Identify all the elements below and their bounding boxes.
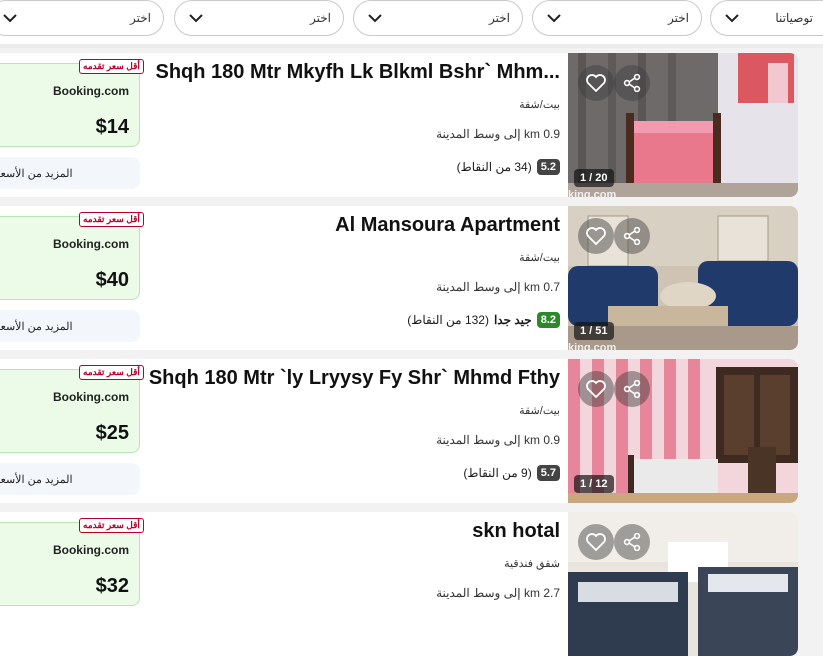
distance-to-center: 2.7 km إلى وسط المدينة xyxy=(436,586,560,600)
filter-bar: اختر اختر اختر اختر توصياتنا xyxy=(0,0,823,48)
favorite-heart-icon[interactable] xyxy=(578,524,614,560)
share-icon[interactable] xyxy=(614,218,650,254)
filter-dropdown-5[interactable]: اختر xyxy=(0,0,164,36)
photo-counter: 1 / 12 xyxy=(574,475,614,493)
photo-counter: 1 / 51 xyxy=(574,322,614,340)
more-prices-button[interactable]: المزيد من الأسعار xyxy=(0,463,140,495)
price: $32 xyxy=(95,575,129,597)
price: $25 xyxy=(95,422,129,444)
property-type: بيت/شقة xyxy=(519,252,560,264)
deal-box[interactable]: أقل سعر تقدمه Booking.com $25 xyxy=(0,365,144,453)
property-type: بيت/شقة xyxy=(519,405,560,417)
listing-title[interactable]: Shqh 180 Mtr Mkyfh Lk Blkml Bshr` Mhm... xyxy=(140,61,560,84)
price: $14 xyxy=(95,116,129,138)
rating: 8.2 جيد جدا (132 من النقاط) xyxy=(407,312,560,328)
listing-title[interactable]: Al Mansoura Apartment xyxy=(140,214,560,237)
listing-photo[interactable]: 1 / 12 xyxy=(568,359,798,503)
provider-name: Booking.com xyxy=(52,543,129,557)
chevron-down-icon xyxy=(3,11,17,25)
filter-dropdown-sort[interactable]: توصياتنا xyxy=(710,0,823,36)
listing-card[interactable]: أقل سعر تقدمه Booking.com $32 skn hotal … xyxy=(0,512,798,656)
property-type: شقق فندقية xyxy=(504,558,560,570)
rating-text: جيد جدا xyxy=(493,313,532,327)
photo-counter: 1 / 20 xyxy=(574,169,614,187)
favorite-heart-icon[interactable] xyxy=(578,371,614,407)
chevron-down-icon xyxy=(725,11,739,25)
photo-watermark: king.com xyxy=(568,342,617,350)
listing-card[interactable]: أقل سعر تقدمه Booking.com $14 المزيد من … xyxy=(0,53,798,197)
rating-count: (34 من النقاط) xyxy=(456,160,532,174)
lowest-price-badge: أقل سعر تقدمه xyxy=(79,212,144,227)
listing-title[interactable]: skn hotal xyxy=(140,520,560,543)
filter-label: توصياتنا xyxy=(775,11,813,25)
rating-score-badge: 5.2 xyxy=(536,159,560,175)
listing-card[interactable]: أقل سعر تقدمه Booking.com $40 المزيد من … xyxy=(0,206,798,350)
rating: 5.2 (34 من النقاط) xyxy=(457,159,560,175)
distance-to-center: 0.9 km إلى وسط المدينة xyxy=(436,127,560,141)
filter-dropdown-3[interactable]: اختر xyxy=(353,0,523,36)
listing-photo[interactable]: 1 / 20 king.com xyxy=(568,53,798,197)
more-prices-button[interactable]: المزيد من الأسعار xyxy=(0,157,140,189)
chevron-down-icon xyxy=(368,11,382,25)
filter-dropdown-2[interactable]: اختر xyxy=(532,0,702,36)
distance-to-center: 0.9 km إلى وسط المدينة xyxy=(436,433,560,447)
share-icon[interactable] xyxy=(614,65,650,101)
listing-photo[interactable]: 1 / 51 king.com xyxy=(568,206,798,350)
deal-box[interactable]: أقل سعر تقدمه Booking.com $14 xyxy=(0,59,144,147)
deal-box[interactable]: أقل سعر تقدمه Booking.com $32 xyxy=(0,518,144,606)
lowest-price-badge: أقل سعر تقدمه xyxy=(79,365,144,380)
lowest-price-badge: أقل سعر تقدمه xyxy=(79,518,144,533)
rating-score-badge: 8.2 xyxy=(536,312,560,328)
favorite-heart-icon[interactable] xyxy=(578,65,614,101)
filter-label: اختر xyxy=(668,11,689,25)
chevron-down-icon xyxy=(547,11,561,25)
filter-label: اختر xyxy=(310,11,331,25)
deal-box[interactable]: أقل سعر تقدمه Booking.com $40 xyxy=(0,212,144,300)
photo-watermark: king.com xyxy=(568,189,617,197)
property-type: بيت/شقة xyxy=(519,99,560,111)
share-icon[interactable] xyxy=(614,524,650,560)
distance-to-center: 0.7 km إلى وسط المدينة xyxy=(436,280,560,294)
rating-score-badge: 5.7 xyxy=(536,465,560,481)
provider-name: Booking.com xyxy=(52,237,129,251)
filter-dropdown-4[interactable]: اختر xyxy=(174,0,344,36)
chevron-down-icon xyxy=(189,11,203,25)
rating-count: (132 من النقاط) xyxy=(407,313,489,327)
rating-count: (9 من النقاط) xyxy=(463,466,532,480)
provider-name: Booking.com xyxy=(52,390,129,404)
lowest-price-badge: أقل سعر تقدمه xyxy=(79,59,144,74)
more-prices-button[interactable]: المزيد من الأسعار xyxy=(0,310,140,342)
rating: 5.7 (9 من النقاط) xyxy=(463,465,560,481)
price: $40 xyxy=(95,269,129,291)
favorite-heart-icon[interactable] xyxy=(578,218,614,254)
share-icon[interactable] xyxy=(614,371,650,407)
listing-title[interactable]: Shqh 180 Mtr `ly Lryysy Fy Shr` Mhmd Fth… xyxy=(140,367,560,390)
listing-card[interactable]: أقل سعر تقدمه Booking.com $25 المزيد من … xyxy=(0,359,798,503)
filter-label: اختر xyxy=(489,11,510,25)
provider-name: Booking.com xyxy=(52,84,129,98)
listing-photo[interactable] xyxy=(568,512,798,656)
filter-label: اختر xyxy=(130,11,151,25)
